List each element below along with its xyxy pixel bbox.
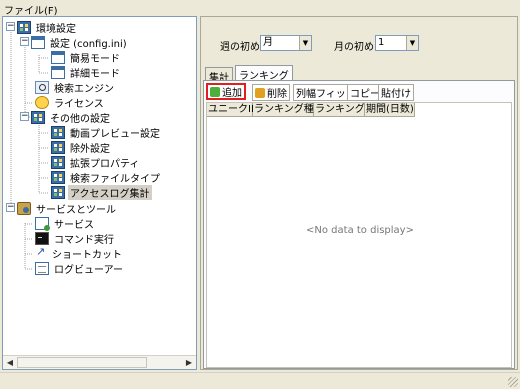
column-header-period-days[interactable]: 期間(日数)	[365, 103, 415, 117]
shortcut-icon	[35, 245, 47, 260]
menu-bar: ファイル(F)	[0, 0, 520, 17]
settings-grid-icon	[51, 141, 65, 154]
expander-config[interactable]: −	[20, 37, 29, 46]
chevron-down-icon[interactable]: ▼	[406, 36, 418, 50]
week-start-label: 週の初め	[220, 42, 260, 53]
status-bar	[0, 372, 520, 389]
column-header-ranking-type[interactable]: ランキング種類	[253, 103, 324, 117]
settings-grid-icon	[51, 126, 65, 139]
expander-services-tools[interactable]: −	[6, 203, 15, 212]
settings-tree[interactable]: − − − − 環境設定 設定 (config.ini) 簡易モード 詳細モード…	[2, 16, 197, 370]
tree-item-environment-settings[interactable]: 環境設定	[17, 20, 78, 35]
tree-item-shortcut[interactable]: ショートカット	[35, 245, 124, 261]
tree-item-service[interactable]: サービス	[35, 216, 96, 231]
menu-file[interactable]: ファイル(F)	[4, 2, 58, 17]
scroll-left-button[interactable]: ◀	[4, 357, 16, 369]
tree-item-extended-properties[interactable]: 拡張プロパティ	[51, 155, 141, 170]
chevron-down-icon[interactable]: ▼	[299, 36, 311, 50]
scroll-thumb[interactable]	[17, 357, 147, 368]
tree-item-config-ini[interactable]: 設定 (config.ini)	[31, 35, 129, 50]
settings-grid-icon	[51, 186, 65, 199]
window-icon	[51, 51, 65, 64]
tools-icon	[17, 202, 31, 215]
search-engine-icon	[35, 81, 49, 94]
week-start-select[interactable]: 月 ▼	[260, 35, 312, 51]
settings-grid-icon	[17, 21, 31, 34]
command-icon	[35, 232, 49, 245]
column-header-ranking-count[interactable]: ランキング数	[314, 103, 375, 117]
service-icon	[35, 217, 50, 231]
tree-item-access-log[interactable]: アクセスログ集計	[51, 185, 152, 200]
tree-horizontal-scrollbar[interactable]: ◀ ▶	[3, 355, 196, 369]
window-icon	[31, 36, 45, 49]
tree-item-search-file-type[interactable]: 検索ファイルタイプ	[51, 170, 162, 185]
tree-item-exclusion[interactable]: 除外設定	[51, 140, 112, 155]
paste-button[interactable]: 貼付け	[378, 84, 414, 101]
expander-other-settings[interactable]: −	[20, 112, 29, 121]
settings-grid-icon	[51, 156, 65, 169]
expander-root-settings[interactable]: −	[6, 22, 15, 31]
tree-item-simple-mode[interactable]: 簡易モード	[51, 50, 122, 65]
tree-item-other-settings[interactable]: その他の設定	[31, 110, 112, 125]
scroll-right-button[interactable]: ▶	[183, 357, 195, 369]
add-button[interactable]: 追加	[206, 83, 246, 100]
month-start-select[interactable]: 1 ▼	[375, 35, 419, 51]
aggregation-panel: 週の初め 月 ▼ 月の初め 1 ▼ 集計 ランキング 追加 削除 列幅フィット …	[200, 16, 518, 370]
delete-icon	[255, 87, 265, 98]
ranking-tab-panel: 追加 削除 列幅フィット コピー 貼付け ユニークID ランキング種類 ランキン…	[203, 80, 515, 369]
month-start-label: 月の初め	[334, 42, 374, 53]
window-icon	[51, 66, 65, 79]
tree-item-services-tools[interactable]: サービスとツール	[17, 201, 118, 216]
tree-item-video-preview[interactable]: 動画プレビュー設定	[51, 125, 162, 140]
log-viewer-icon	[35, 262, 49, 275]
tree-item-detail-mode[interactable]: 詳細モード	[51, 65, 122, 80]
tree-item-license[interactable]: ライセンス	[35, 95, 106, 110]
tree-item-log-viewer[interactable]: ログビューアー	[35, 261, 125, 276]
settings-grid-icon	[51, 171, 65, 184]
ranking-grid[interactable]: ユニークID ランキング種類 ランキング数 期間(日数) <No data to…	[206, 102, 512, 368]
resize-grip-icon[interactable]	[508, 377, 518, 387]
settings-grid-icon	[31, 111, 45, 124]
tree-item-search-engine[interactable]: 検索エンジン	[35, 80, 116, 95]
license-icon	[35, 96, 49, 109]
delete-button[interactable]: 削除	[252, 84, 290, 101]
column-header-unique-id[interactable]: ユニークID	[207, 103, 259, 117]
add-icon	[210, 86, 220, 97]
tree-item-command[interactable]: コマンド実行	[35, 231, 116, 246]
empty-grid-message: <No data to display>	[306, 225, 414, 236]
